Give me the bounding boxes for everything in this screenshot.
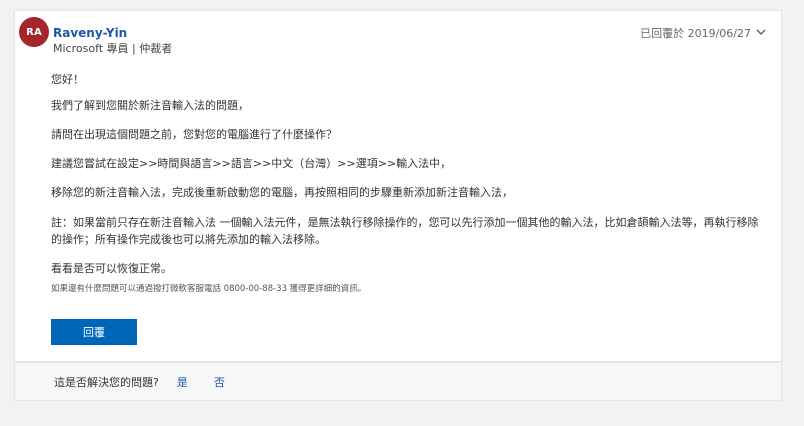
paragraph-greeting: 您好！: [51, 73, 84, 86]
feedback-bar: 這是否解決您的問題? 是 否: [14, 363, 782, 401]
avatar[interactable]: RA: [19, 17, 49, 47]
reply-card: RA Raveny-Yin Microsoft 專員 | 仲裁者 已回覆於 20…: [14, 10, 782, 362]
chevron-down-icon[interactable]: [755, 26, 767, 38]
paragraph: 看看是否可以恢復正常。: [51, 262, 172, 275]
paragraph: 建議您嘗試在設定>>時間與語言>>語言>>中文（台灣）>>選項>>輸入法中，: [51, 157, 452, 170]
author-role: Microsoft 專員 | 仲裁者: [53, 42, 173, 55]
feedback-question: 這是否解決您的問題?: [54, 375, 159, 389]
reply-button[interactable]: 回覆: [51, 319, 137, 345]
paragraph: 請問在出現這個問題之前，您對您的電腦進行了什麼操作？: [51, 128, 337, 141]
author-name-link[interactable]: Raveny-Yin: [53, 26, 127, 40]
paragraph: 我們了解到您關於新注音輸入法的問題，: [51, 99, 249, 112]
reply-date: 已回覆於 2019/06/27: [640, 27, 751, 40]
feedback-yes-link[interactable]: 是: [177, 374, 188, 390]
avatar-initials: RA: [26, 26, 42, 38]
paragraph: 移除您的新注音輸入法，完成後重新啟動您的電腦，再按照相同的步驟重新添加新注音輸入…: [51, 186, 513, 199]
support-note: 如果還有什麼問題可以通過撥打微軟客服電話 0800-00-88-33 獲得更詳細…: [51, 284, 367, 294]
paragraph-note: 註：如果當前只存在新注音輸入法 一個輸入法元件，是無法執行移除操作的，您可以先行…: [51, 216, 759, 246]
feedback-no-link[interactable]: 否: [214, 374, 225, 390]
